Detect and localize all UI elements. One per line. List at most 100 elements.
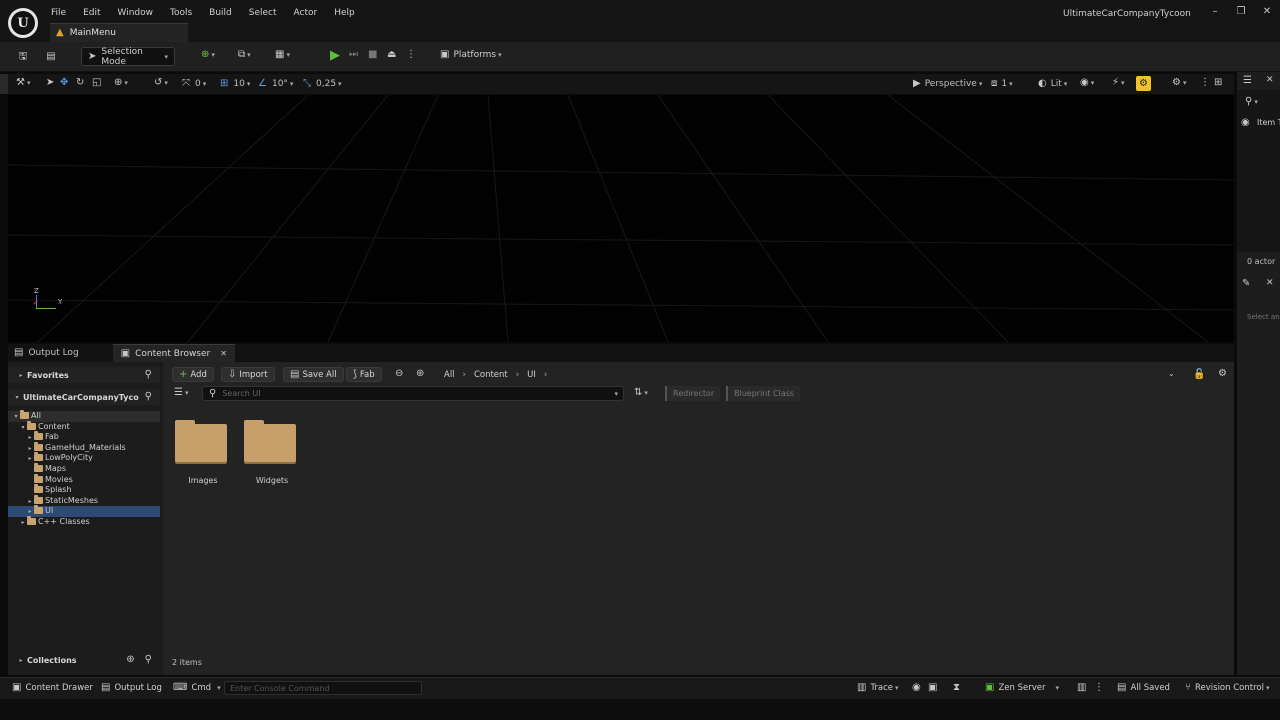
settings-icon[interactable]: ⚙ ▾ [1172, 78, 1186, 88]
filter-redirector[interactable]: Redirector [665, 386, 721, 401]
trace-dropdown[interactable]: ▥ Trace ▾ [857, 683, 899, 694]
project-search-icon[interactable]: ⚲ [145, 392, 152, 402]
filter-icon[interactable]: ⚲ ▾ [1245, 97, 1258, 107]
play-icon[interactable]: ▶ [330, 49, 340, 62]
collections-search-icon[interactable]: ⚲ [145, 655, 152, 665]
hourglass-icon[interactable]: ⧗ [953, 683, 960, 693]
asset-tile[interactable]: Widgets [244, 420, 300, 486]
menu-select[interactable]: Select [249, 8, 277, 18]
tree-item[interactable]: ▸ UI [8, 505, 160, 517]
restore-icon[interactable]: ❐ [1232, 5, 1250, 19]
minimize-icon[interactable]: – [1206, 5, 1224, 19]
menu-build[interactable]: Build [209, 8, 232, 18]
favorites-header[interactable]: ▸ Favorites ⚲ [8, 367, 160, 383]
save-icon[interactable]: 🖫 [16, 50, 30, 64]
details-icon[interactable]: ✎ [1242, 279, 1250, 289]
history-back-icon[interactable]: ⊖ [395, 369, 403, 379]
tree-item[interactable]: ▸ StaticMeshes [8, 494, 160, 507]
step-icon[interactable]: ⏭ [349, 50, 358, 60]
collections-header[interactable]: ▸ Collections ⊕ ⚲ [8, 652, 160, 668]
tree-item[interactable]: ▸ C++ Classes [8, 515, 160, 529]
tree-item[interactable]: Splash [8, 484, 160, 496]
realtime-icon[interactable]: ⚙ [1136, 76, 1151, 91]
screenshot-icon[interactable]: ▣ [928, 683, 937, 693]
tree-item[interactable]: ▸ LowPolyCity [8, 452, 160, 464]
tree-item[interactable]: Movies [8, 473, 160, 486]
breadcrumb-content[interactable]: Content [474, 370, 508, 380]
history-forward-icon[interactable]: ⊕ [416, 369, 424, 379]
more-icon[interactable]: ⋮ [406, 50, 416, 60]
rotation-snap[interactable]: ⤧ 0 ▾ [182, 79, 206, 90]
breadcrumb-all[interactable]: All [444, 370, 455, 380]
breadcrumb-ui[interactable]: UI [527, 370, 536, 380]
menu-actor[interactable]: Actor [294, 8, 318, 18]
menu-window[interactable]: Window [118, 8, 154, 18]
close-icon[interactable]: ✕ [1258, 5, 1276, 19]
outliner-icon[interactable]: ☰ [1243, 76, 1252, 86]
output-log-button[interactable]: ▤ Output Log [101, 683, 162, 694]
lock-icon[interactable]: 🔓 [1193, 370, 1205, 380]
record-icon[interactable]: ◉ [912, 683, 921, 693]
show-icon[interactable]: ◉ ▾ [1080, 78, 1094, 88]
perspective-dropdown[interactable]: ▶ Perspective ▾ [913, 79, 982, 90]
filter-dropdown-icon[interactable]: ☰ ▾ [174, 388, 188, 398]
select-tool-icon[interactable]: ➤ [46, 78, 54, 88]
derived-data-icon[interactable]: ▥ [1077, 683, 1086, 693]
fab-button[interactable]: ⟆ Fab [346, 367, 382, 382]
path-dropdown-icon[interactable]: ⌄ [1168, 370, 1175, 378]
tab-close-icon[interactable]: ✕ [220, 349, 227, 358]
save-status[interactable]: ▤ All Saved [1117, 683, 1170, 694]
menu-tools[interactable]: Tools [170, 8, 192, 18]
add-actor-icon[interactable]: ⊕ ▾ [201, 50, 215, 60]
cmd-dropdown[interactable]: ⌨ Cmd ▾ [173, 683, 221, 694]
world-icon[interactable]: ⊕ ▾ [114, 78, 128, 88]
rotate-icon[interactable]: ↻ [76, 78, 84, 88]
cb-settings-icon[interactable]: ⚙ [1218, 369, 1227, 379]
eject-icon[interactable]: ⏏ [387, 50, 396, 60]
stop-icon[interactable]: ■ [368, 50, 377, 60]
content-icon[interactable]: ▤ [44, 50, 58, 64]
maximize-viewport-icon[interactable]: ⊞ [1214, 78, 1222, 88]
tree-item[interactable]: ▸ Fab [8, 431, 160, 443]
filter-blueprint-class[interactable]: Blueprint Class [726, 386, 801, 401]
details-close-icon[interactable]: ✕ [1266, 279, 1274, 288]
add-button[interactable]: + Add [172, 367, 214, 382]
translate-icon[interactable]: ✥ [60, 78, 68, 88]
save-all-button[interactable]: ▤ Save All [283, 367, 344, 382]
collapsed-arrow-icon[interactable]: ▸ [19, 518, 27, 529]
tab-main-menu[interactable]: ▲ MainMenu [50, 23, 188, 42]
tab-output-log[interactable]: ▤ Output Log [8, 344, 85, 362]
content-drawer-button[interactable]: ▣ Content Drawer [12, 683, 93, 694]
status-more-icon[interactable]: ⋮ [1094, 683, 1104, 693]
viewport-menu-icon[interactable]: ⚒ ▾ [16, 78, 30, 88]
platforms-button[interactable]: ▣ Platforms ▾ [440, 50, 502, 61]
cinematics-icon[interactable]: ▦ ▾ [275, 50, 290, 60]
outliner-close-icon[interactable]: ✕ [1266, 76, 1274, 85]
zen-server-dropdown[interactable]: ▣ Zen Server ▾ [985, 683, 1059, 694]
search-input[interactable]: ⚲ Search UI ▾ [202, 386, 624, 401]
scale-icon[interactable]: ◱ [92, 78, 101, 88]
visibility-icon[interactable]: ◉ [1241, 118, 1250, 128]
selection-mode-dropdown[interactable]: ➤ Selection Mode ▾ [81, 47, 175, 67]
project-header[interactable]: ▾ UltimateCarCompanyTyco ⚲ [8, 389, 160, 405]
performance-icon[interactable]: ⚡ ▾ [1112, 78, 1125, 88]
camera-speed[interactable]: ⧈ 1 ▾ [991, 79, 1013, 90]
move-snap[interactable]: ⊞ 10 ▾ [220, 79, 250, 90]
tree-item[interactable]: ▸ GameHud_Materials [8, 441, 160, 454]
unreal-logo-icon[interactable]: U [8, 8, 38, 38]
lit-dropdown[interactable]: ◐ Lit ▾ [1038, 79, 1067, 90]
add-collection-icon[interactable]: ⊕ [126, 655, 134, 665]
tree-item[interactable]: ▾ Content [8, 420, 160, 433]
menu-edit[interactable]: Edit [83, 8, 100, 18]
console-input[interactable]: Enter Console Command [224, 681, 422, 695]
viewport-options-icon[interactable]: ⋮ [1200, 78, 1210, 88]
level-viewport[interactable]: Z Y [8, 95, 1234, 342]
import-button[interactable]: ⇩ Import [221, 367, 275, 382]
surface-snap-icon[interactable]: ↺ ▾ [154, 78, 168, 88]
tree-item[interactable]: Maps [8, 462, 160, 475]
angle-snap[interactable]: ∠ 10° ▾ [258, 79, 293, 90]
asset-tile[interactable]: Images [175, 420, 231, 486]
favorites-search-icon[interactable]: ⚲ [145, 370, 152, 380]
tree-item[interactable]: ▾ All [8, 410, 160, 422]
menu-file[interactable]: File [51, 8, 66, 18]
